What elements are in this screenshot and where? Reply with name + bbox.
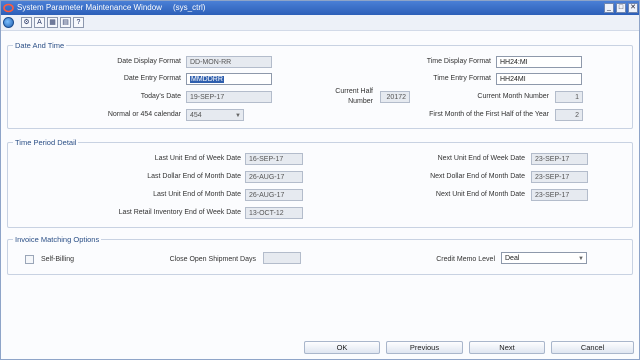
time-display-format-label: Time Display Format xyxy=(426,58,491,65)
window-title: System Parameter Maintenance Window xyxy=(17,3,162,12)
globe-icon[interactable] xyxy=(3,17,14,28)
self-billing-checkbox[interactable] xyxy=(25,255,34,264)
current-half-number-field: 20172 xyxy=(380,91,410,103)
maximize-button[interactable]: □ xyxy=(616,3,626,13)
todays-date-label: Today's Date xyxy=(140,93,181,100)
current-half-label-line2: Number xyxy=(348,98,373,105)
previous-button[interactable]: Previous xyxy=(386,341,463,354)
self-billing-label: Self-Billing xyxy=(41,256,75,263)
next-unit-eom-field: 23-SEP-17 xyxy=(531,189,588,201)
cancel-button[interactable]: Cancel xyxy=(551,341,634,354)
todays-date-field: 19-SEP-17 xyxy=(186,91,272,103)
date-entry-format-input[interactable]: MMDDRR xyxy=(186,73,272,85)
credit-memo-level-select[interactable]: Deal ▼ xyxy=(501,252,587,264)
last-retail-inv-eow-field: 13-OCT-12 xyxy=(245,207,303,219)
date-and-time-heading: Date And Time xyxy=(13,41,67,50)
close-open-shipment-days-label: Close Open Shipment Days xyxy=(169,256,256,263)
system-parameter-window: System Parameter Maintenance Window (sys… xyxy=(0,0,640,360)
time-period-detail-heading: Time Period Detail xyxy=(13,138,79,147)
close-open-shipment-days-input[interactable] xyxy=(263,252,301,264)
chevron-down-icon: ▼ xyxy=(578,256,584,262)
next-dollar-eom-field: 23-SEP-17 xyxy=(531,171,588,183)
date-entry-format-value: MMDDRR xyxy=(190,76,224,83)
time-entry-format-label: Time Entry Format xyxy=(433,75,491,82)
date-display-format-field: DD-MON-RR xyxy=(186,56,272,68)
calendar-type-select[interactable]: 454 ▼ xyxy=(186,109,244,121)
invoice-matching-heading: Invoice Matching Options xyxy=(13,235,102,244)
calendar-type-label: Normal or 454 calendar xyxy=(107,111,181,118)
last-dollar-eom-field: 26-AUG-17 xyxy=(245,171,303,183)
toolbar: ⚙ A ▦ ▤ ? xyxy=(1,15,639,31)
print-icon[interactable]: ▤ xyxy=(60,17,71,28)
time-display-format-input[interactable]: HH24:MI xyxy=(496,56,582,68)
next-unit-eom-label: Next Unit End of Month Date xyxy=(435,191,525,198)
minimize-button[interactable]: _ xyxy=(604,3,614,13)
date-entry-format-label: Date Entry Format xyxy=(123,75,181,82)
current-month-number-label: Current Month Number xyxy=(477,93,549,100)
next-unit-eow-field: 23-SEP-17 xyxy=(531,153,588,165)
credit-memo-level-value: Deal xyxy=(505,255,520,262)
ok-button[interactable]: OK xyxy=(304,341,380,354)
next-unit-eow-label: Next Unit End of Week Date xyxy=(437,155,525,162)
text-icon[interactable]: A xyxy=(34,17,45,28)
window-subtitle: (sys_ctrl) xyxy=(173,3,206,12)
chevron-down-icon: ▼ xyxy=(235,113,241,119)
first-month-first-half-label: First Month of the First Half of the Yea… xyxy=(429,111,549,118)
close-button[interactable]: ✕ xyxy=(628,3,638,13)
first-month-first-half-field: 2 xyxy=(555,109,583,121)
help-icon[interactable]: ? xyxy=(73,17,84,28)
last-retail-inv-eow-label: Last Retail Inventory End of Week Date xyxy=(118,209,241,216)
last-unit-eow-field: 16-SEP-17 xyxy=(245,153,303,165)
time-entry-format-input[interactable]: HH24MI xyxy=(496,73,582,85)
tools-icon[interactable]: ⚙ xyxy=(21,17,32,28)
last-unit-eow-label: Last Unit End of Week Date xyxy=(154,155,241,162)
calendar-type-value: 454 xyxy=(190,112,202,119)
credit-memo-level-label: Credit Memo Level xyxy=(436,256,495,263)
current-month-number-field: 1 xyxy=(555,91,583,103)
title-bar: System Parameter Maintenance Window (sys… xyxy=(1,1,639,15)
current-half-label-line1: Current Half xyxy=(335,88,373,95)
oracle-logo-icon xyxy=(3,3,14,13)
last-unit-eom-field: 26-AUG-17 xyxy=(245,189,303,201)
last-unit-eom-label: Last Unit End of Month Date xyxy=(153,191,241,198)
next-dollar-eom-label: Next Dollar End of Month Date xyxy=(430,173,525,180)
grid-icon[interactable]: ▦ xyxy=(47,17,58,28)
date-display-format-label: Date Display Format xyxy=(117,58,181,65)
next-button[interactable]: Next xyxy=(469,341,545,354)
last-dollar-eom-label: Last Dollar End of Month Date xyxy=(147,173,241,180)
